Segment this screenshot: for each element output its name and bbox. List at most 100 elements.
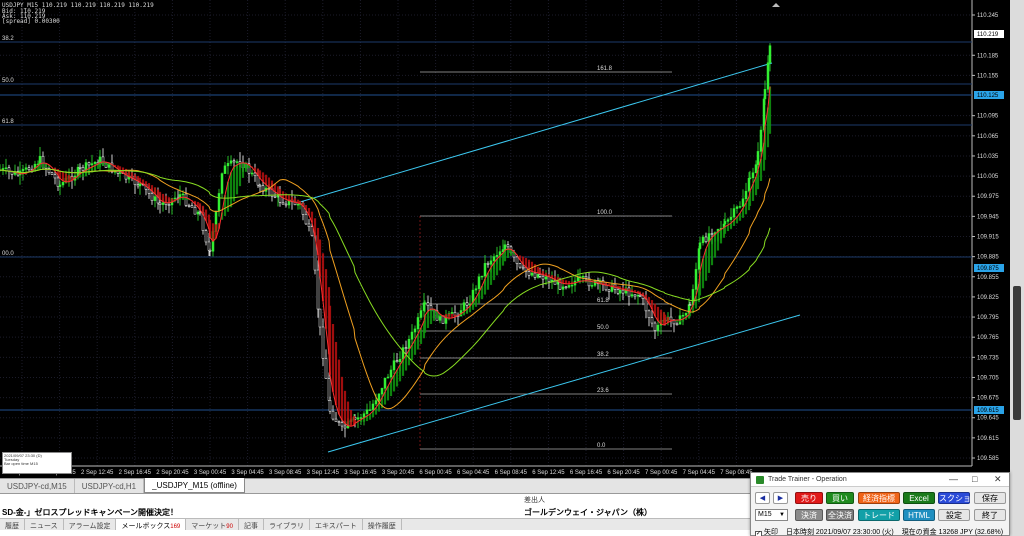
settle-button[interactable]: 決済 — [795, 509, 823, 521]
tab-library[interactable]: ライブラリ — [264, 519, 310, 530]
candle-body — [647, 310, 651, 318]
html-button[interactable]: HTML — [903, 509, 935, 521]
tab-usdjpy-h1[interactable]: USDJPY-cd,H1 — [75, 479, 145, 493]
candle-body — [759, 129, 763, 152]
candle-body — [334, 418, 338, 422]
candle-body — [204, 230, 208, 243]
date-info-line: Bar open time M15 — [4, 461, 38, 466]
minimize-icon[interactable]: — — [949, 474, 958, 484]
screenshot-button[interactable]: スクショ — [938, 492, 971, 504]
tab-market[interactable]: マーケット90 — [186, 519, 239, 530]
candle-body — [167, 204, 171, 206]
candle-body — [748, 177, 752, 180]
tab-label: 記事 — [243, 523, 258, 530]
buy-button[interactable]: 買い — [826, 492, 854, 504]
candle-body — [217, 193, 221, 212]
next-bar-button[interactable]: ▶ — [773, 492, 788, 504]
time-tick-label: 3 Sep 00:45 — [194, 470, 227, 476]
candle-body — [607, 289, 611, 292]
candle-body — [738, 206, 742, 208]
save-button[interactable]: 保存 — [974, 492, 1006, 504]
time-tick-label: 6 Sep 04:45 — [457, 470, 490, 476]
tab-articles[interactable]: 記事 — [239, 519, 264, 530]
current-balance: 現在の資金 13268 JPY (32.68%) — [901, 529, 1004, 536]
japan-time: 日本時刻 2021/09/07 23:30:00 (火) — [785, 529, 894, 536]
candle-body — [450, 312, 454, 314]
tab-usdjpy-m15[interactable]: USDJPY-cd,M15 — [0, 479, 75, 493]
price-tick-label: 109.915 — [977, 235, 999, 241]
trainer-titlebar[interactable]: Trade Trainer - Operation — □ ✕ — [751, 473, 1009, 487]
scrollbar-thumb[interactable] — [1013, 286, 1021, 420]
mail-sender: ゴールデンウェイ・ジャパン（株） — [524, 508, 652, 517]
tab-alarms[interactable]: アラーム設定 — [64, 519, 117, 530]
candle-body — [138, 183, 142, 187]
tab-experts[interactable]: エキスパート — [310, 519, 363, 530]
economic-indicators-button[interactable]: 経済指標 — [858, 492, 900, 504]
candle-body — [744, 190, 748, 200]
candle-body — [723, 221, 727, 225]
candle-body — [253, 172, 257, 176]
candle-body — [638, 294, 642, 297]
candle-body — [766, 62, 770, 90]
candle-body — [633, 294, 637, 297]
candle-body — [229, 160, 233, 164]
candle-body — [24, 167, 28, 170]
sell-button[interactable]: 売り — [795, 492, 823, 504]
tab-history[interactable]: 履歴 — [0, 519, 25, 530]
time-tick-label: 7 Sep 04:45 — [683, 470, 716, 476]
tab-label: アラーム設定 — [68, 523, 111, 530]
close-icon[interactable]: ✕ — [994, 474, 1002, 485]
side-scrollbar[interactable] — [1010, 0, 1024, 536]
candle-body — [768, 45, 772, 64]
candle-body — [220, 173, 224, 194]
candle-body — [423, 302, 427, 304]
candle-body — [735, 206, 739, 209]
settle-all-button[interactable]: 全決済 — [826, 509, 854, 521]
price-tick-label: 109.825 — [977, 295, 999, 301]
candle-body — [515, 256, 519, 264]
tab-news[interactable]: ニュース — [25, 519, 64, 530]
candle-body — [697, 248, 701, 270]
timeframe-value: M15 — [758, 511, 772, 518]
arrow-checkbox[interactable]: ✓ — [755, 531, 762, 536]
candle-body — [521, 266, 525, 269]
candle-body — [756, 151, 760, 165]
candle-body — [483, 263, 487, 277]
candle-body — [630, 294, 634, 297]
prev-bar-button[interactable]: ◀ — [755, 492, 770, 504]
candle-body — [258, 184, 262, 187]
candle-body — [536, 274, 540, 278]
price-tick-label: 109.705 — [977, 375, 999, 381]
timeframe-select[interactable]: M15 ▼ — [755, 509, 788, 521]
candle-body — [87, 162, 91, 166]
candle-body — [741, 198, 745, 207]
candle-body — [38, 155, 42, 165]
candle-body — [4, 167, 8, 169]
fib-level-left-label: 61.8 — [2, 119, 14, 125]
price-tick-label: 109.615 — [977, 436, 999, 442]
candle-body — [340, 422, 344, 427]
mail-subject: SD-金-」ゼロスプレッドキャンペーン開催決定！ — [2, 508, 179, 517]
excel-button[interactable]: Excel — [903, 492, 935, 504]
candle-body — [383, 377, 387, 389]
chart-canvas[interactable]: 110.245 110.185 110.155 110.095 110.065 110.0… — [0, 0, 1010, 478]
price-chart[interactable]: 110.245 110.185 110.155 110.095 110.065 110.0… — [0, 0, 1010, 478]
fib-label: 50.0 — [597, 325, 609, 331]
candle-body — [581, 276, 585, 278]
price-tick-label: 109.885 — [977, 255, 999, 261]
candle-body — [395, 360, 399, 363]
trade-button[interactable]: トレード — [858, 509, 900, 521]
candle-body — [688, 304, 692, 306]
candle-body — [618, 289, 622, 294]
tab-usdjpy-offline[interactable]: _USDJPY_M15 (offline) — [144, 478, 245, 493]
settings-button[interactable]: 設定 — [938, 509, 970, 521]
tab-mailbox[interactable]: メールボックス169 — [116, 519, 187, 530]
maximize-icon[interactable]: □ — [972, 474, 977, 484]
quit-button[interactable]: 終了 — [974, 509, 1006, 521]
candle-body — [404, 347, 408, 349]
time-tick-label: 6 Sep 16:45 — [570, 470, 603, 476]
tab-badge: 169 — [170, 524, 181, 530]
tab-journal[interactable]: 操作履歴 — [363, 519, 402, 530]
mail-row[interactable]: SD-金-」ゼロスプレッドキャンペーン開催決定！ ゴールデンウェイ・ジャパン（株… — [0, 506, 750, 517]
price-tick-label: 109.585 — [977, 456, 999, 462]
